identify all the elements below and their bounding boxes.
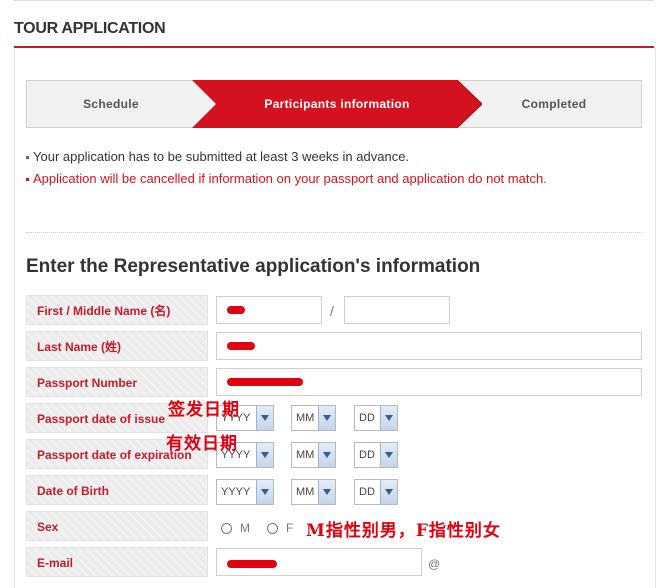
issue-day-select[interactable]: DD xyxy=(354,405,398,431)
step-participants-information[interactable]: Participants information xyxy=(217,81,457,127)
sex-m-radio[interactable] xyxy=(221,523,232,534)
chevron-down-icon xyxy=(256,480,273,504)
bullet-icon xyxy=(26,156,29,160)
select-value: MM xyxy=(296,412,315,424)
select-value: DD xyxy=(359,449,375,461)
top-divider xyxy=(14,0,654,5)
chevron-down-icon xyxy=(318,406,335,430)
sex-m-label: M xyxy=(240,521,250,535)
middle-name-input[interactable] xyxy=(344,296,450,324)
chevron-down-icon xyxy=(380,480,397,504)
select-value: MM xyxy=(296,449,315,461)
email-label: E-mail xyxy=(26,547,208,577)
sex-f-radio[interactable] xyxy=(267,523,278,534)
redaction-mark xyxy=(227,560,277,568)
issue-month-select[interactable]: MM xyxy=(291,405,336,431)
dob-year-select[interactable]: YYYY xyxy=(216,479,274,505)
select-value: MM xyxy=(296,486,315,498)
expiration-date-annotation: 有效日期 xyxy=(166,434,238,454)
email-at-sign: @ xyxy=(428,557,441,571)
chevron-down-icon xyxy=(256,406,273,430)
notice-text: Your application has to be submitted at … xyxy=(33,149,410,164)
chevron-down-icon xyxy=(380,443,397,467)
notice-submit-advance: Your application has to be submitted at … xyxy=(26,149,409,164)
last-name-input[interactable] xyxy=(216,332,642,360)
dob-month-select[interactable]: MM xyxy=(291,479,336,505)
chevron-down-icon xyxy=(318,480,335,504)
dob-day-select[interactable]: DD xyxy=(354,479,398,505)
chevron-down-icon xyxy=(318,443,335,467)
date-of-birth-label: Date of Birth xyxy=(26,475,208,505)
sex-label: Sex xyxy=(26,511,208,541)
sex-annotation: M指性别男，F指性别女 xyxy=(306,521,501,541)
progress-stepper: Schedule Participants information Comple… xyxy=(26,80,642,128)
section-title: Enter the Representative application's i… xyxy=(26,256,481,277)
bullet-icon xyxy=(26,178,29,182)
step-completed[interactable]: Completed xyxy=(487,81,621,127)
notice-text: Application will be cancelled if informa… xyxy=(33,171,547,186)
sex-f-label: F xyxy=(286,521,294,535)
select-value: DD xyxy=(359,412,375,424)
redaction-mark xyxy=(227,342,255,350)
select-value: YYYY xyxy=(221,486,251,498)
select-value: DD xyxy=(359,486,375,498)
last-name-label: Last Name (姓) xyxy=(26,331,208,361)
passport-number-label: Passport Number xyxy=(26,367,208,397)
chevron-down-icon xyxy=(256,443,273,467)
step-schedule[interactable]: Schedule xyxy=(27,81,195,127)
expiration-day-select[interactable]: DD xyxy=(354,442,398,468)
redaction-mark xyxy=(227,306,245,314)
first-middle-name-label: First / Middle Name (名) xyxy=(26,295,208,325)
redaction-mark xyxy=(227,378,303,386)
expiration-month-select[interactable]: MM xyxy=(291,442,336,468)
section-divider xyxy=(26,232,642,233)
notice-passport-mismatch: Application will be cancelled if informa… xyxy=(26,171,547,186)
chevron-down-icon xyxy=(380,406,397,430)
name-separator: / xyxy=(330,303,334,319)
issue-date-annotation: 签发日期 xyxy=(168,400,240,420)
page-title: TOUR APPLICATION xyxy=(14,20,166,37)
